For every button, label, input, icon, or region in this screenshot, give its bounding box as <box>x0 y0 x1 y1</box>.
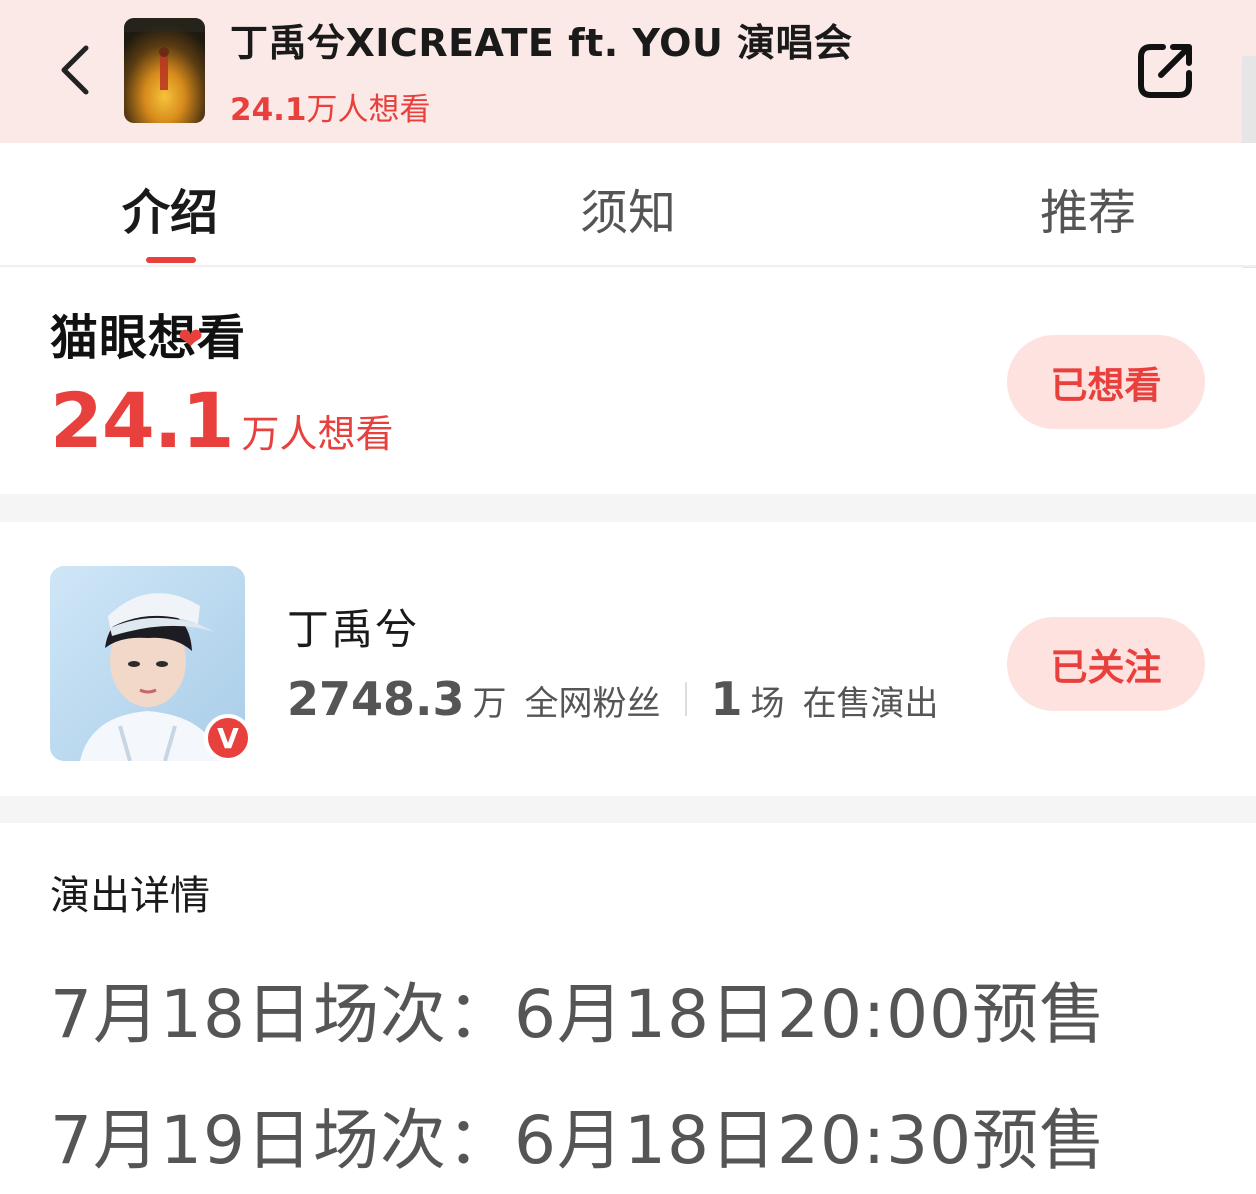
top-header: 丁禹兮XICREATE ft. YOU 演唱会 24.1万人想看 <box>0 0 1256 143</box>
chevron-left-icon <box>61 45 89 95</box>
artist-stats: 2748.3 万 全网粉丝 1 场 在售演出 <box>287 672 939 726</box>
header-want-unit: 万人想看 <box>306 92 431 128</box>
event-poster-thumbnail[interactable] <box>124 18 205 123</box>
shows-number: 1 <box>710 672 743 726</box>
tab-recommend[interactable]: 推荐 <box>1040 173 1136 243</box>
details-title: 演出详情 <box>50 873 210 919</box>
header-want-count: 24.1万人想看 <box>230 84 431 129</box>
tab-bar: 介绍 须知 推荐 <box>0 143 1256 267</box>
artist-name[interactable]: 丁禹兮 <box>287 596 419 657</box>
back-button[interactable] <box>52 38 100 102</box>
artist-card[interactable]: V 丁禹兮 2748.3 万 全网粉丝 1 场 在售演出 已关注 <box>0 522 1256 796</box>
section-divider <box>0 796 1256 824</box>
tab-intro[interactable]: 介绍 <box>122 173 218 243</box>
share-icon <box>1138 44 1192 98</box>
fans-label: 全网粉丝 <box>524 684 661 724</box>
event-title: 丁禹兮XICREATE ft. YOU 演唱会 <box>230 21 853 65</box>
wanted-button[interactable]: 已想看 <box>1007 335 1205 429</box>
fans-unit: 万 <box>472 684 507 724</box>
heart-icon: ❤ <box>178 322 205 357</box>
show-details-section: 演出详情 7月18日场次：6月18日20:00预售 7月19日场次：6月18日2… <box>0 823 1256 1194</box>
follow-button[interactable]: 已关注 <box>1007 617 1205 711</box>
want-count-unit: 万人想看 <box>241 412 394 456</box>
want-to-see-section: 猫眼想看 ❤ 24.1 万人想看 已想看 <box>0 268 1256 494</box>
section-divider <box>0 494 1256 522</box>
active-tab-indicator <box>146 257 196 263</box>
schedule-line: 7月18日场次：6月18日20:00预售 <box>50 976 1107 1053</box>
schedule-line: 7月19日场次：6月18日20:30预售 <box>50 1102 1107 1179</box>
shows-label: 在售演出 <box>802 684 939 724</box>
stats-divider <box>684 682 687 716</box>
fans-number: 2748.3 <box>287 672 465 726</box>
tab-notice[interactable]: 须知 <box>580 173 676 243</box>
want-count-number: 24.1 <box>50 376 235 465</box>
shows-unit: 场 <box>750 684 785 724</box>
header-want-number: 24.1 <box>230 92 307 128</box>
logo-text: 猫眼想看 <box>50 310 247 366</box>
verified-badge-icon: V <box>204 714 252 762</box>
share-button[interactable] <box>1130 36 1200 106</box>
maoyan-want-logo: 猫眼想看 ❤ <box>50 298 246 368</box>
want-count: 24.1 万人想看 <box>50 376 394 465</box>
